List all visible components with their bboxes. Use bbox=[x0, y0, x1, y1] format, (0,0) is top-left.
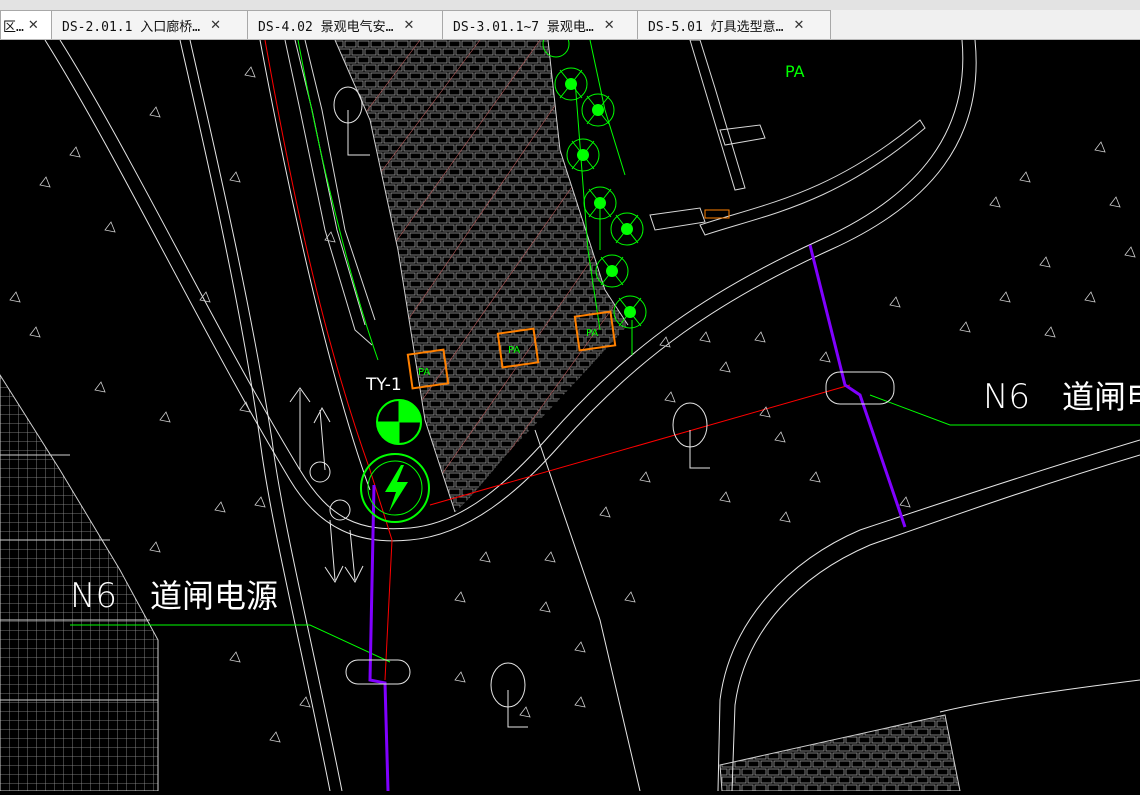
tab-3-close-icon[interactable]: ✕ bbox=[604, 18, 615, 33]
tab-2-close-icon[interactable]: ✕ bbox=[403, 18, 414, 33]
tab-4-close-icon[interactable]: ✕ bbox=[793, 18, 804, 33]
label-pa-box1: PA bbox=[418, 367, 430, 378]
tab-2-label: DS-4.02 景观电气安… bbox=[258, 19, 394, 35]
label-pa-top: PA bbox=[785, 62, 805, 81]
tab-1-close-icon[interactable]: ✕ bbox=[210, 18, 221, 33]
document-tab-bar: 区… ✕ DS-2.01.1 入口廊桥… ✕ DS-4.02 景观电气安… ✕ … bbox=[0, 0, 1140, 40]
tab-4[interactable]: DS-5.01 灯具选型意… ✕ bbox=[637, 10, 831, 39]
green-cable bbox=[70, 39, 1140, 663]
tab-0[interactable]: 区… ✕ bbox=[0, 10, 52, 39]
label-gate-power-left: 道闸电源 bbox=[150, 577, 278, 615]
label-pa-box2: PA bbox=[508, 345, 520, 356]
tab-3-label: DS-3.01.1~7 景观电… bbox=[453, 19, 594, 35]
title-strip bbox=[0, 0, 1140, 10]
distribution-box-icon[interactable] bbox=[376, 399, 422, 445]
label-ty: TY-1 bbox=[365, 375, 402, 395]
label-n6-left: N6 bbox=[70, 576, 117, 616]
label-n6-right: N6 bbox=[983, 377, 1030, 417]
drawing-canvas[interactable]: PA PA PA PA TY-1 N6 道闸电源 N6 道闸电 bbox=[0, 30, 1140, 792]
road-outlines bbox=[44, 39, 1140, 792]
tab-0-close-icon[interactable]: ✕ bbox=[28, 18, 39, 33]
label-gate-power-right: 道闸电 bbox=[1062, 378, 1140, 416]
tab-2[interactable]: DS-4.02 景观电气安… ✕ bbox=[247, 10, 443, 39]
bottom-paving bbox=[719, 714, 961, 792]
label-pa-box3: PA bbox=[586, 328, 598, 339]
tab-4-label: DS-5.01 灯具选型意… bbox=[648, 19, 784, 35]
tab-0-label: 区… bbox=[3, 19, 24, 35]
tab-1-label: DS-2.01.1 入口廊桥… bbox=[62, 19, 201, 35]
tab-1[interactable]: DS-2.01.1 入口廊桥… ✕ bbox=[51, 10, 248, 39]
tab-3[interactable]: DS-3.01.1~7 景观电… ✕ bbox=[442, 10, 638, 39]
tab-strip: 区… ✕ DS-2.01.1 入口廊桥… ✕ DS-4.02 景观电气安… ✕ … bbox=[0, 10, 831, 40]
cad-drawing[interactable]: PA PA PA PA TY-1 N6 道闸电源 N6 道闸电 bbox=[0, 30, 1140, 792]
power-source-icon[interactable] bbox=[360, 453, 430, 523]
